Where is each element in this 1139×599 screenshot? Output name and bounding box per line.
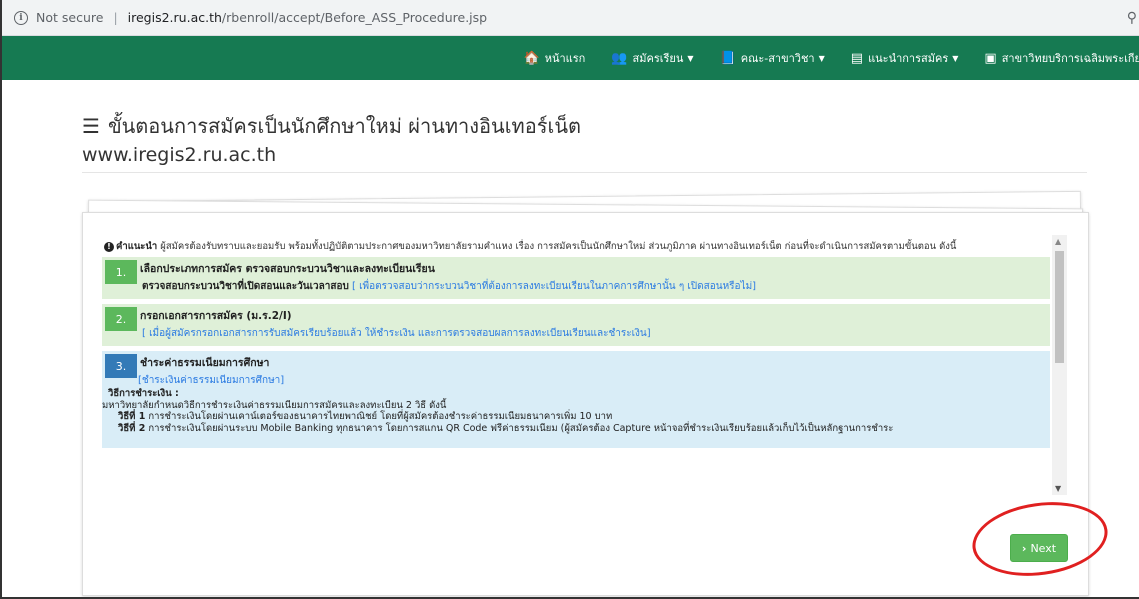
list-icon: ☰ — [82, 114, 100, 138]
scroll-down-icon[interactable]: ▼ — [1055, 484, 1061, 493]
nav-item-branch[interactable]: ▣ สาขาวิทยบริการเฉลิมพระเกีย — [984, 49, 1139, 67]
method-1-text: การชำระเงินโดยผ่านเคาน์เตอร์ของธนาคารไทย… — [148, 411, 613, 422]
nav-label: สมัครเรียน — [632, 52, 684, 65]
book-icon: 📘 — [719, 50, 736, 66]
advice-text: ผู้สมัครต้องรับทราบและยอมรับ พร้อมทั้งปฏ… — [157, 241, 957, 252]
nav-label: สาขาวิทยบริการเฉลิมพระเกีย — [1001, 52, 1139, 65]
nav-item-guide[interactable]: ▤ แนะนำการสมัคร ▼ — [851, 49, 959, 67]
nav-label: คณะ-สาขาวิชา — [740, 52, 815, 65]
divider — [82, 172, 1087, 173]
info-icon[interactable]: i — [14, 10, 28, 25]
step-title: ชำระค่าธรรมเนียมการศึกษา — [140, 357, 270, 369]
step-3: 3. ชำระค่าธรรมเนียมการศึกษา [ชำระเงินค่า… — [102, 351, 1050, 448]
site-url: www.iregis2.ru.ac.th — [82, 144, 277, 166]
home-icon: 🏠 — [523, 50, 540, 66]
caret-down-icon: ▼ — [952, 53, 959, 63]
top-navbar: 🏠 หน้าแรก 👥 สมัครเรียน ▼ 📘 คณะ-สาขาวิชา … — [2, 36, 1139, 80]
step-title: กรอกเอกสารการสมัคร (ม.ร.2/I) — [140, 310, 292, 322]
nav-label: แนะนำการสมัคร — [868, 52, 949, 65]
advice-note: ! คำแนะนำ ผู้สมัครต้องรับทราบและยอมรับ พร… — [102, 235, 1047, 252]
separator: | — [113, 10, 118, 25]
security-label: Not secure — [36, 10, 104, 25]
nav-label: หน้าแรก — [544, 52, 586, 65]
zoom-icon[interactable]: ⚲ — [1127, 10, 1137, 26]
method-2-label: วิธีที่ 2 — [118, 422, 146, 434]
nav-item-apply[interactable]: 👥 สมัครเรียน ▼ — [611, 49, 693, 67]
scrollbar[interactable]: ▲ ▼ — [1052, 235, 1067, 495]
caret-down-icon: ▼ — [687, 53, 694, 63]
url-host: iregis2.ru.ac.th — [127, 10, 222, 25]
step-number: 1. — [105, 260, 137, 284]
nav-item-faculty[interactable]: 📘 คณะ-สาขาวิชา ▼ — [720, 49, 825, 67]
pay-fee-link[interactable]: [ชำระเงินค่าธรรมเนียมการศึกษา] — [138, 375, 284, 386]
advice-label: คำแนะนำ — [116, 241, 158, 252]
method-2-text: การชำระเงินโดยผ่านระบบ Mobile Banking ทุ… — [148, 422, 894, 434]
step-number: 2. — [105, 307, 137, 331]
list-alt-icon: ▤ — [850, 50, 864, 66]
scroll-thumb[interactable] — [1055, 251, 1064, 363]
check-courses-link[interactable]: [ เพื่อตรวจสอบว่ากระบวนวิชาที่ต้องการลงท… — [352, 281, 756, 292]
payment-method-intro: มหาวิทยาลัยกำหนดวิธีการชำระเงินค่าธรรมเน… — [102, 399, 447, 411]
page-heading: ☰ ขั้นตอนการสมัครเป็นนักศึกษาใหม่ ผ่านทา… — [82, 110, 581, 166]
step-2: 2. กรอกเอกสารการสมัคร (ม.ร.2/I) [ เมื่อผ… — [102, 304, 1050, 346]
address-bar[interactable]: i Not secure | iregis2.ru.ac.th/rbenroll… — [2, 0, 1139, 36]
user-plus-icon: 👥 — [611, 50, 628, 66]
step-1: 1. เลือกประเภทการสมัคร ตรวจสอบกระบวนวิชา… — [102, 257, 1050, 299]
step-subtitle: ตรวจสอบกระบวนวิชาที่เปิดสอนและวันเวลาสอบ — [142, 281, 349, 292]
step-number: 3. — [105, 354, 137, 378]
procedure-scroll-area[interactable]: ! คำแนะนำ ผู้สมัครต้องรับทราบและยอมรับ พร… — [102, 235, 1067, 505]
scroll-up-icon[interactable]: ▲ — [1055, 237, 1061, 246]
url-path: /rbenroll/accept/Before_ASS_Procedure.js… — [221, 10, 488, 25]
nav-item-home[interactable]: 🏠 หน้าแรก — [524, 49, 586, 67]
info-circle-icon: ! — [104, 242, 114, 252]
browser-window: i Not secure | iregis2.ru.ac.th/rbenroll… — [0, 0, 1139, 599]
method-1-label: วิธีที่ 1 — [118, 411, 146, 422]
application-form-link[interactable]: [ เมื่อผู้สมัครกรอกเอกสารการรับสมัครเรีย… — [142, 328, 651, 339]
payment-method-label: วิธีการชำระเงิน : — [108, 388, 179, 399]
step-title: เลือกประเภทการสมัคร ตรวจสอบกระบวนวิชาและ… — [140, 263, 435, 275]
caret-down-icon: ▼ — [818, 53, 825, 63]
page-title: ขั้นตอนการสมัครเป็นนักศึกษาใหม่ ผ่านทางอ… — [107, 114, 581, 138]
card-icon: ▣ — [984, 50, 997, 66]
